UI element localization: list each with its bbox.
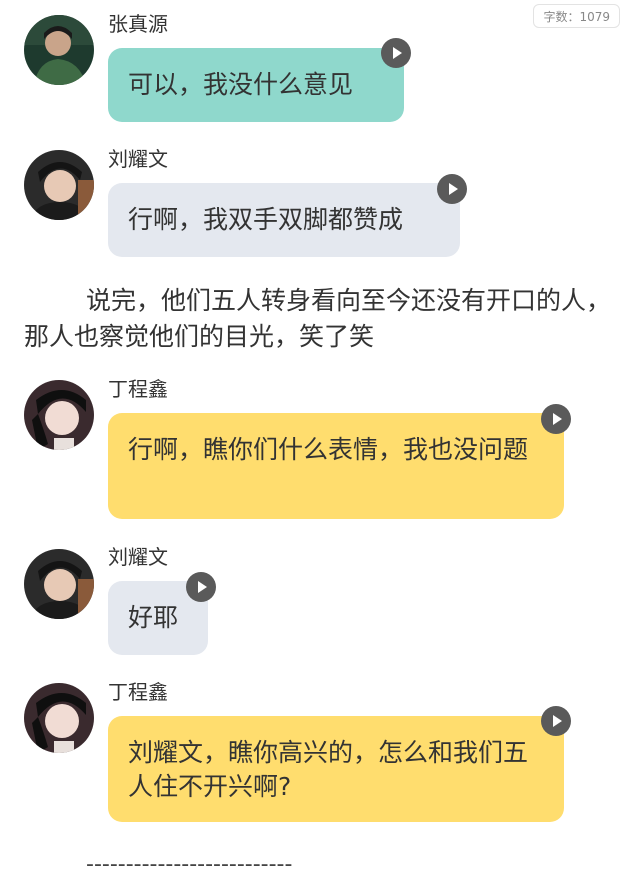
play-icon[interactable] — [541, 404, 571, 434]
play-icon[interactable] — [381, 38, 411, 68]
chat-story-page: 字数：1079 张真源 可以，我没什么意见 刘耀文 行啊，我双手双脚都赞成 说完… — [0, 0, 640, 894]
narration-text: 说完，他们五人转身看向至今还没有开口的人，那人也察觉他们的目光，笑了笑 — [24, 286, 612, 351]
message-bubble[interactable]: 可以，我没什么意见 — [108, 48, 404, 122]
sender-name: 丁程鑫 — [108, 680, 168, 704]
message-text: 刘耀文，瞧你高兴的，怎么和我们五人住不开兴啊? — [128, 738, 529, 801]
sender-name: 刘耀文 — [108, 147, 168, 171]
word-count-badge: 字数：1079 — [533, 4, 620, 28]
avatar-dingchengxin[interactable] — [24, 683, 94, 753]
sender-name: 张真源 — [108, 12, 168, 36]
avatar-photo-icon — [24, 150, 94, 220]
sender-name: 丁程鑫 — [108, 377, 168, 401]
avatar-photo-icon — [24, 15, 94, 85]
word-count-text: 字数：1079 — [543, 9, 610, 24]
sender-name: 刘耀文 — [108, 545, 168, 569]
message-bubble[interactable]: 行啊，我双手双脚都赞成 — [108, 183, 460, 257]
message-text: 好耶 — [128, 603, 179, 632]
play-icon[interactable] — [541, 706, 571, 736]
message-bubble[interactable]: 行啊，瞧你们什么表情，我也没问题 — [108, 413, 564, 519]
avatar-dingchengxin[interactable] — [24, 380, 94, 450]
message-bubble[interactable]: 刘耀文，瞧你高兴的，怎么和我们五人住不开兴啊? — [108, 716, 564, 822]
message-text: 可以，我没什么意见 — [128, 70, 354, 99]
message-text: 行啊，我双手双脚都赞成 — [128, 205, 404, 234]
play-icon[interactable] — [437, 174, 467, 204]
avatar-zhangzhenyuan[interactable] — [24, 15, 94, 85]
avatar-liuyaowen[interactable] — [24, 549, 94, 619]
play-icon[interactable] — [186, 572, 216, 602]
avatar-liuyaowen[interactable] — [24, 150, 94, 220]
message-text: 行啊，瞧你们什么表情，我也没问题 — [128, 435, 529, 464]
avatar-photo-icon — [24, 380, 94, 450]
avatar-photo-icon — [24, 549, 94, 619]
avatar-photo-icon — [24, 683, 94, 753]
divider-line: -------------------------- — [86, 852, 293, 877]
